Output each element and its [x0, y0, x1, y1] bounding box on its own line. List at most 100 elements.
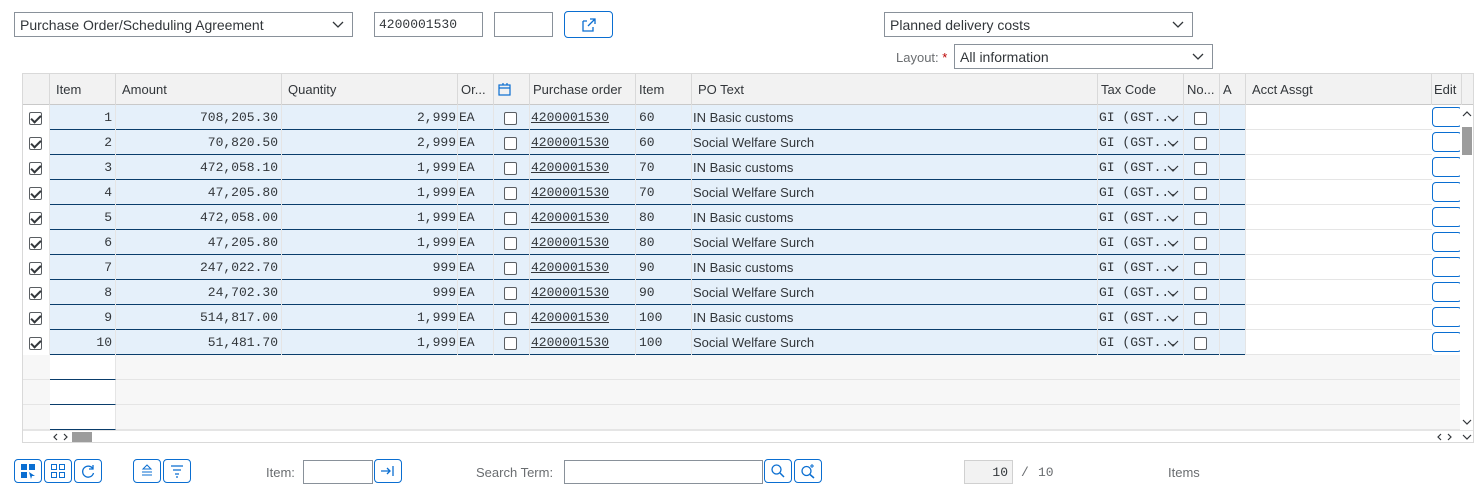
document-type-select[interactable]: Purchase Order/Scheduling Agreement — [14, 12, 353, 37]
row-flag-checkbox[interactable] — [504, 137, 517, 151]
row-flag-checkbox[interactable] — [504, 312, 517, 326]
row-select-cell[interactable] — [23, 305, 50, 330]
column-header-purchase-order[interactable]: Purchase order — [530, 74, 636, 105]
flag-cell[interactable] — [494, 305, 530, 330]
row-select-cell[interactable] — [23, 105, 50, 130]
po-item-input[interactable] — [494, 12, 553, 37]
acct-assgt-cell[interactable] — [1246, 280, 1432, 305]
quantity-cell[interactable]: 2,999 — [282, 105, 458, 130]
quantity-cell[interactable]: 1,999 — [282, 305, 458, 330]
no-cell[interactable] — [1184, 130, 1220, 155]
tax-code-select[interactable]: GI (GST... — [1098, 230, 1184, 255]
edit-field[interactable] — [1432, 307, 1462, 327]
acct-assgt-cell[interactable] — [1246, 330, 1432, 355]
acct-assgt-cell[interactable] — [1246, 230, 1432, 255]
edit-field[interactable] — [1432, 157, 1462, 177]
tax-code-select[interactable]: GI (GST... — [1098, 330, 1184, 355]
row-select-checkbox[interactable] — [29, 237, 42, 251]
sort-button[interactable] — [133, 459, 161, 483]
edit-field[interactable] — [1432, 282, 1462, 302]
no-checkbox[interactable] — [1194, 112, 1207, 126]
tax-code-select[interactable]: GI (GST... — [1098, 205, 1184, 230]
no-checkbox[interactable] — [1194, 162, 1207, 176]
row-flag-checkbox[interactable] — [504, 262, 517, 276]
no-checkbox[interactable] — [1194, 262, 1207, 276]
layout-select[interactable]: All information — [954, 44, 1213, 69]
flag-cell[interactable] — [494, 280, 530, 305]
edit-field[interactable] — [1432, 132, 1462, 152]
scroll-down-icon[interactable] — [1461, 432, 1473, 442]
table-row[interactable]: 6 47,205.80 1,999 EA 4200001530 80 Social Welf… — [23, 230, 1246, 255]
purchase-order-link[interactable]: 4200001530 — [530, 105, 636, 130]
acct-assgt-cell[interactable] — [1246, 155, 1432, 180]
row-select-cell[interactable] — [23, 205, 50, 230]
row-select-checkbox[interactable] — [29, 162, 42, 176]
quantity-cell[interactable]: 1,999 — [282, 155, 458, 180]
quantity-cell[interactable]: 1,999 — [282, 205, 458, 230]
scroll-down-icon[interactable] — [1461, 417, 1473, 427]
tax-code-select[interactable]: GI (GST... — [1098, 180, 1184, 205]
no-cell[interactable] — [1184, 330, 1220, 355]
row-flag-checkbox[interactable] — [504, 187, 517, 201]
table-row[interactable]: 2 70,820.50 2,999 EA 4200001530 60 Social Welf… — [23, 130, 1246, 155]
quantity-cell[interactable]: 1,999 — [282, 180, 458, 205]
amount-cell[interactable]: 47,205.80 — [116, 230, 282, 255]
row-select-checkbox[interactable] — [29, 212, 42, 226]
amount-cell[interactable]: 514,817.00 — [116, 305, 282, 330]
acct-assgt-cell[interactable] — [1246, 180, 1432, 205]
row-flag-checkbox[interactable] — [504, 237, 517, 251]
no-cell[interactable] — [1184, 155, 1220, 180]
tax-code-select[interactable]: GI (GST... — [1098, 280, 1184, 305]
item-input[interactable] — [303, 460, 373, 484]
no-cell[interactable] — [1184, 255, 1220, 280]
acct-assgt-cell[interactable] — [1246, 305, 1432, 330]
no-checkbox[interactable] — [1194, 312, 1207, 326]
edit-field[interactable] — [1432, 107, 1462, 127]
vertical-scroll-thumb[interactable] — [1462, 127, 1472, 155]
quantity-cell[interactable]: 1,999 — [282, 330, 458, 355]
column-header-item[interactable]: Item — [50, 74, 116, 105]
table-row[interactable]: 9 514,817.00 1,999 EA 4200001530 100 IN Basic … — [23, 305, 1246, 330]
amount-cell[interactable]: 51,481.70 — [116, 330, 282, 355]
acct-assgt-cell[interactable] — [1246, 205, 1432, 230]
purchase-order-link[interactable]: 4200001530 — [530, 180, 636, 205]
amount-cell[interactable]: 24,702.30 — [116, 280, 282, 305]
row-select-checkbox[interactable] — [29, 187, 42, 201]
row-select-cell[interactable] — [23, 255, 50, 280]
filter-button[interactable] — [163, 459, 191, 483]
row-select-checkbox[interactable] — [29, 262, 42, 276]
row-flag-checkbox[interactable] — [504, 162, 517, 176]
edit-field[interactable] — [1432, 182, 1462, 202]
flag-cell[interactable] — [494, 130, 530, 155]
select-all-button[interactable] — [14, 459, 42, 483]
column-header-edit[interactable]: Edit — [1432, 74, 1462, 105]
goto-item-button[interactable] — [374, 459, 402, 483]
deselect-all-button[interactable] — [44, 459, 72, 483]
search-button[interactable] — [764, 459, 792, 483]
purchase-order-link[interactable]: 4200001530 — [530, 280, 636, 305]
acct-assgt-cell[interactable] — [1246, 255, 1432, 280]
no-checkbox[interactable] — [1194, 137, 1207, 151]
horizontal-scroll-thumb[interactable] — [72, 432, 92, 442]
flag-cell[interactable] — [494, 180, 530, 205]
no-cell[interactable] — [1184, 205, 1220, 230]
no-cell[interactable] — [1184, 230, 1220, 255]
row-selector-header[interactable] — [23, 74, 50, 105]
column-header-amount[interactable]: Amount — [116, 74, 282, 105]
table-row[interactable]: 1 708,205.30 2,999 EA 4200001530 60 IN Basic c… — [23, 105, 1246, 130]
column-header-settings[interactable] — [494, 74, 530, 105]
row-select-cell[interactable] — [23, 155, 50, 180]
search-term-input[interactable] — [564, 460, 763, 484]
column-header-quantity[interactable]: Quantity — [282, 74, 458, 105]
flag-cell[interactable] — [494, 155, 530, 180]
row-select-checkbox[interactable] — [29, 337, 42, 351]
row-select-cell[interactable] — [23, 130, 50, 155]
flag-cell[interactable] — [494, 230, 530, 255]
tax-code-select[interactable]: GI (GST... — [1098, 130, 1184, 155]
purchase-order-link[interactable]: 4200001530 — [530, 330, 636, 355]
no-cell[interactable] — [1184, 105, 1220, 130]
amount-cell[interactable]: 70,820.50 — [116, 130, 282, 155]
tax-code-select[interactable]: GI (GST... — [1098, 155, 1184, 180]
no-cell[interactable] — [1184, 280, 1220, 305]
quantity-cell[interactable]: 999 — [282, 255, 458, 280]
